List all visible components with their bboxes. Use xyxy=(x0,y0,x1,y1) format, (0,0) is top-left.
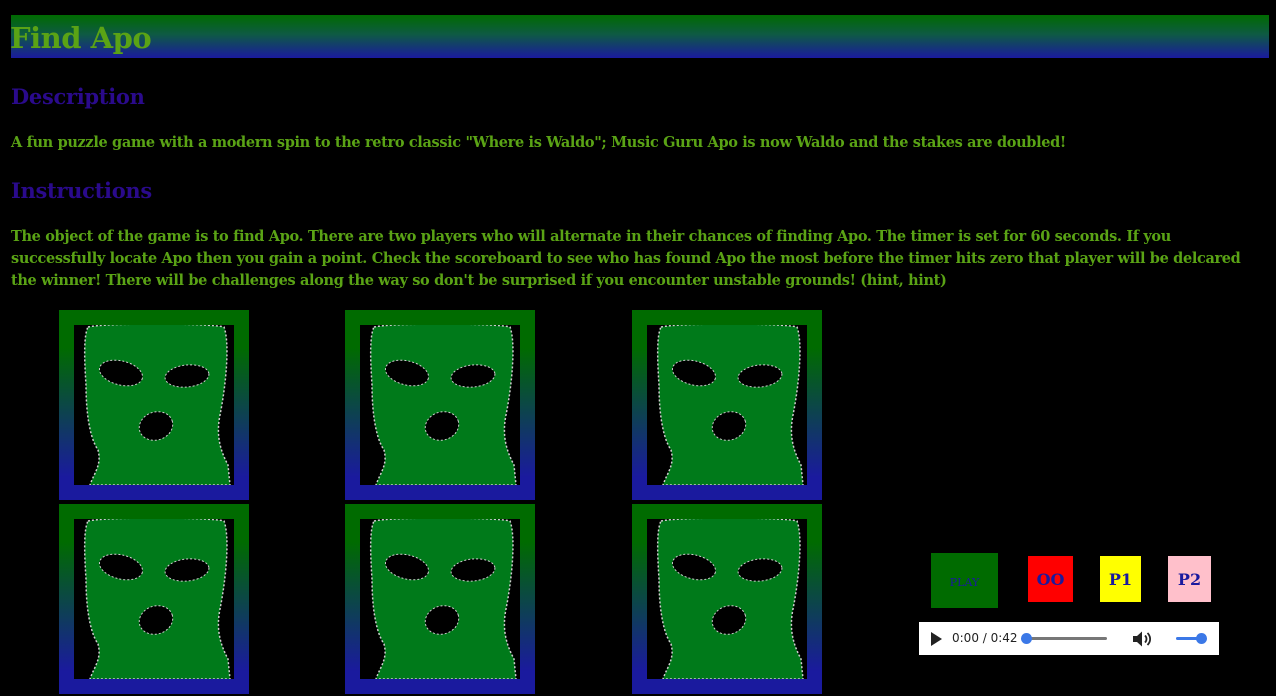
game-tile-1[interactable] xyxy=(59,310,249,500)
ski-mask-icon xyxy=(83,519,231,679)
game-tile-4[interactable] xyxy=(59,504,249,694)
timer-display: OO xyxy=(1028,556,1073,602)
game-tile-5[interactable] xyxy=(345,504,535,694)
ski-mask-icon xyxy=(369,325,517,485)
ski-mask-icon xyxy=(656,325,804,485)
tile-frame xyxy=(74,325,234,485)
tile-frame xyxy=(647,325,807,485)
game-tile-3[interactable] xyxy=(632,310,822,500)
ski-mask-icon xyxy=(656,519,804,679)
description-text: A fun puzzle game with a modern spin to … xyxy=(11,134,1066,151)
description-heading: Description xyxy=(11,84,145,109)
tile-frame xyxy=(360,519,520,679)
audio-time: 0:00 / 0:42 xyxy=(952,631,1018,645)
game-tile-6[interactable] xyxy=(632,504,822,694)
player1-score: P1 xyxy=(1100,556,1141,602)
tile-frame xyxy=(647,519,807,679)
ski-mask-icon xyxy=(369,519,517,679)
instructions-text: The object of the game is to find Apo. T… xyxy=(11,228,1241,289)
audio-player: 0:00 / 0:42 xyxy=(919,622,1219,655)
scrollbar[interactable] xyxy=(1272,0,1276,696)
header-bar xyxy=(11,15,1269,58)
page-title: Find Apo xyxy=(10,21,152,55)
tile-frame xyxy=(74,519,234,679)
game-page: Find Apo Description A fun puzzle game w… xyxy=(0,0,1276,696)
seek-handle[interactable] xyxy=(1021,633,1032,644)
instructions-heading: Instructions xyxy=(11,178,152,203)
tile-frame xyxy=(360,325,520,485)
ski-mask-icon xyxy=(83,325,231,485)
player2-score: P2 xyxy=(1168,556,1211,602)
volume-icon[interactable] xyxy=(1131,630,1153,648)
play-button[interactable]: PLAY xyxy=(931,553,998,608)
game-tile-2[interactable] xyxy=(345,310,535,500)
volume-handle[interactable] xyxy=(1196,633,1207,644)
play-icon[interactable] xyxy=(931,632,942,646)
seek-slider[interactable] xyxy=(1027,637,1107,640)
